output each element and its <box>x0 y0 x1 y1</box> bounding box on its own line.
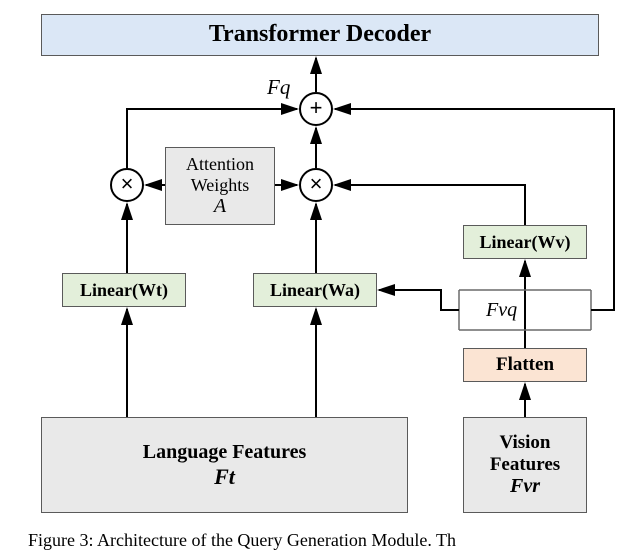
fq-label: Fq <box>267 75 290 100</box>
figure-caption: Figure 3: Architecture of the Query Gene… <box>28 530 608 551</box>
language-features-symbol: Ft <box>214 464 235 489</box>
language-features-line1: Language Features <box>143 441 307 464</box>
language-features-box: Language Features Ft <box>41 417 408 513</box>
diagram-canvas: { "decoder": { "label": "Transformer Dec… <box>0 0 636 556</box>
flatten-label: Flatten <box>496 354 554 376</box>
attention-weights-symbol: A <box>214 195 226 218</box>
multiply-right-op: × <box>299 168 333 202</box>
linear-wa-box: Linear(Wa) <box>253 273 377 307</box>
attention-weights-box: Attention Weights A <box>165 147 275 225</box>
linear-wt-box: Linear(Wt) <box>62 273 186 307</box>
transformer-decoder-box: Transformer Decoder <box>41 14 599 56</box>
vision-features-box: Vision Features Fvr <box>463 417 587 513</box>
multiply-left-op: × <box>110 168 144 202</box>
linear-wv-label: Linear(Wv) <box>480 232 571 253</box>
flatten-box: Flatten <box>463 348 587 382</box>
vision-features-symbol: Fvr <box>510 475 540 498</box>
linear-wa-label: Linear(Wa) <box>270 280 360 301</box>
fvq-label: Fvq <box>486 299 517 322</box>
add-op: + <box>299 92 333 126</box>
transformer-decoder-label: Transformer Decoder <box>209 21 431 49</box>
vision-features-line1: Vision <box>499 432 550 454</box>
attention-weights-line1: Attention <box>186 154 254 175</box>
linear-wv-box: Linear(Wv) <box>463 225 587 259</box>
attention-weights-line2: Weights <box>191 175 250 196</box>
linear-wt-label: Linear(Wt) <box>80 280 168 301</box>
vision-features-line2: Features <box>490 454 560 476</box>
